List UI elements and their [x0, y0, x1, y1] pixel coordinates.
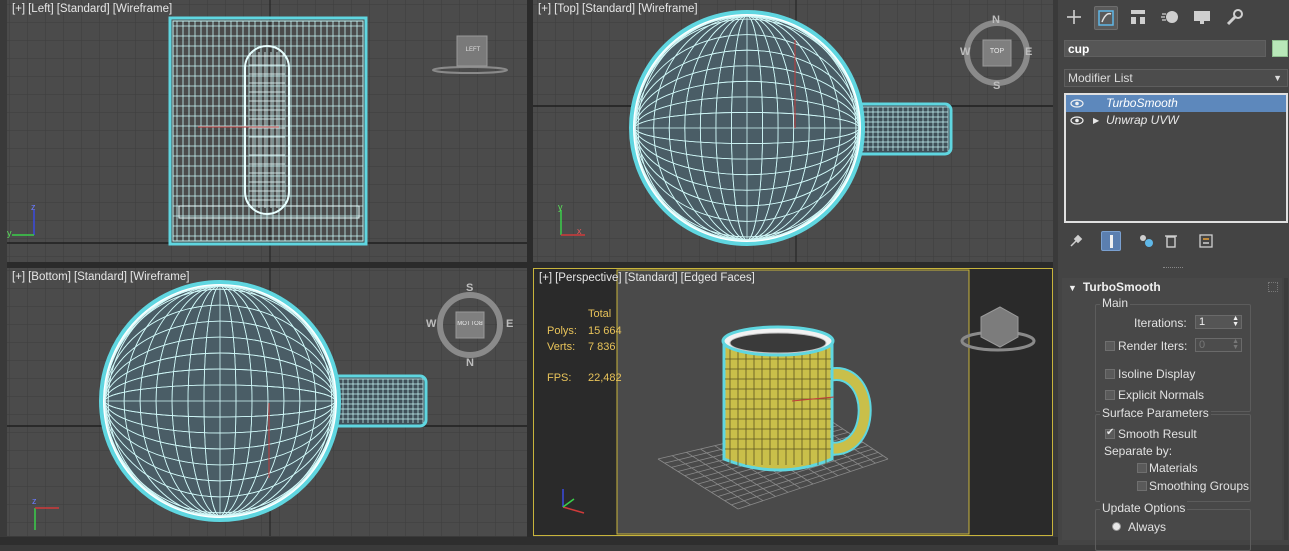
viewport-top-label[interactable]: [+][Top][Standard][Wireframe]	[538, 3, 701, 15]
compass-n: N	[992, 14, 1000, 26]
stats-header: Total	[588, 308, 611, 320]
smoothing-groups-checkbox[interactable]	[1137, 481, 1147, 491]
iterations-label: Iterations:	[1134, 316, 1187, 330]
rollout-header[interactable]: ▼ TurboSmooth	[1068, 280, 1161, 294]
axis-z-label-bottom: z	[32, 496, 37, 506]
compass-n-bottom: N	[466, 357, 474, 369]
stats-verts-label: Verts:	[547, 341, 575, 353]
materials-label: Materials	[1149, 461, 1198, 475]
rollout-title: TurboSmooth	[1083, 280, 1161, 294]
stats-fps-value: 22,482	[588, 372, 622, 384]
viewport-top-canvas	[533, 0, 1053, 262]
compass-w-bottom: W	[426, 318, 436, 330]
display-icon[interactable]	[1191, 6, 1213, 28]
viewport-perspective-label[interactable]: [+][Perspective][Standard][Edged Faces]	[539, 272, 758, 284]
materials-checkbox[interactable]	[1137, 463, 1147, 473]
iterations-spinner[interactable]: 1▲▼	[1195, 315, 1242, 329]
viewport-left[interactable]: [+][Left][Standard][Wireframe] LEFT z y	[7, 0, 527, 262]
isoline-display-label: Isoline Display	[1118, 367, 1195, 381]
viewport-bottom-canvas	[7, 268, 527, 536]
stats-verts-value: 7 836	[588, 341, 616, 353]
create-icon[interactable]	[1063, 6, 1085, 28]
stack-item-unwrap-uvw[interactable]: ▶ Unwrap UVW	[1066, 112, 1286, 129]
panel-resize-grip[interactable]	[1163, 267, 1183, 271]
axis-x-label-top: x	[577, 226, 582, 236]
viewcube-left-face-label[interactable]: LEFT	[458, 47, 488, 53]
viewport-left-canvas	[7, 0, 527, 262]
stats-fps-label: FPS:	[547, 372, 571, 384]
viewport-divider-horizontal[interactable]	[7, 262, 1053, 268]
explicit-normals-checkbox[interactable]	[1105, 390, 1115, 400]
turbosmooth-rollout: ▼ TurboSmooth Main Iterations: 1▲▼ Render…	[1062, 278, 1282, 540]
stats-polys-value: 15 664	[588, 325, 622, 337]
viewport-top[interactable]: [+][Top][Standard][Wireframe] N S W E TO…	[533, 0, 1053, 262]
viewport-divider-vertical[interactable]	[527, 0, 533, 537]
axis-y-label: y	[7, 228, 12, 238]
explicit-normals-label: Explicit Normals	[1118, 388, 1204, 402]
viewport-bottom-label[interactable]: [+][Bottom][Standard][Wireframe]	[12, 271, 192, 283]
group-main: Main Iterations: 1▲▼ Render Iters: 0▲▼ I…	[1095, 304, 1251, 412]
stack-item-label: TurboSmooth	[1106, 95, 1178, 112]
compass-w: W	[960, 46, 970, 58]
stack-buttons	[1064, 229, 1288, 253]
spinner-arrows-icon[interactable]: ▲▼	[1232, 339, 1239, 351]
group-main-title: Main	[1100, 296, 1130, 310]
viewport-left-label[interactable]: [+][Left][Standard][Wireframe]	[12, 3, 175, 15]
stack-item-turbosmooth[interactable]: TurboSmooth	[1066, 95, 1286, 112]
group-surface-parameters: Surface Parameters Smooth Result Separat…	[1095, 414, 1251, 502]
smooth-result-label: Smooth Result	[1118, 427, 1197, 441]
compass-s-bottom: S	[466, 282, 473, 294]
viewport-bottom[interactable]: [+][Bottom][Standard][Wireframe] S N W E…	[7, 268, 527, 536]
spinner-arrows-icon[interactable]: ▲▼	[1232, 316, 1239, 328]
axis-z-label: z	[31, 202, 36, 212]
pin-icon[interactable]	[1066, 231, 1086, 251]
axis-y-label-top: y	[558, 202, 563, 212]
modify-icon[interactable]	[1094, 6, 1118, 30]
command-panel: cup Modifier List ▼ TurboSmooth ▶ Unwrap…	[1058, 0, 1289, 545]
object-name-field[interactable]: cup	[1064, 40, 1266, 57]
viewport-bottom-strip	[0, 537, 1058, 545]
modifier-stack[interactable]: TurboSmooth ▶ Unwrap UVW	[1064, 93, 1288, 223]
render-iters-checkbox[interactable]	[1105, 341, 1115, 351]
make-unique-icon[interactable]	[1136, 231, 1156, 251]
hierarchy-icon[interactable]	[1127, 6, 1149, 28]
always-label: Always	[1128, 520, 1166, 534]
collapse-triangle-icon[interactable]: ▼	[1068, 283, 1077, 293]
eye-icon[interactable]	[1070, 112, 1084, 134]
separate-by-label: Separate by:	[1104, 444, 1172, 458]
group-update-title: Update Options	[1100, 501, 1187, 515]
viewport-left-edge	[0, 0, 7, 537]
compass-e-bottom: E	[506, 318, 513, 330]
stats-polys-label: Polys:	[547, 325, 577, 337]
modifier-list-label: Modifier List	[1068, 71, 1133, 85]
expand-triangle-icon[interactable]: ▶	[1093, 112, 1099, 129]
smoothing-groups-label: Smoothing Groups	[1149, 479, 1249, 493]
stack-item-label: Unwrap UVW	[1106, 112, 1179, 129]
utilities-icon[interactable]	[1223, 6, 1245, 28]
object-color-swatch[interactable]	[1272, 40, 1288, 57]
modifier-list-dropdown[interactable]: Modifier List ▼	[1064, 69, 1288, 87]
render-iters-label: Render Iters:	[1118, 339, 1187, 353]
compass-s: S	[993, 80, 1000, 92]
show-end-result-icon[interactable]	[1101, 231, 1121, 251]
viewcube-top-face-label[interactable]: TOP	[983, 48, 1011, 55]
rollout-drag-handle[interactable]	[1268, 282, 1278, 292]
remove-modifier-icon[interactable]	[1161, 231, 1181, 251]
viewcube-bottom-face-label[interactable]: BOTTOM	[456, 321, 484, 327]
group-surface-title: Surface Parameters	[1100, 406, 1211, 420]
configure-icon[interactable]	[1196, 231, 1216, 251]
motion-icon[interactable]	[1159, 6, 1181, 28]
command-panel-scrollbar[interactable]	[1284, 278, 1288, 540]
render-iters-spinner[interactable]: 0▲▼	[1195, 338, 1242, 352]
isoline-display-checkbox[interactable]	[1105, 369, 1115, 379]
command-panel-tabs	[1058, 0, 1289, 36]
viewport-perspective-canvas	[534, 269, 1052, 535]
smooth-result-checkbox[interactable]	[1105, 429, 1115, 439]
viewport-perspective[interactable]: [+][Perspective][Standard][Edged Faces] …	[533, 268, 1053, 536]
compass-e: E	[1025, 46, 1032, 58]
always-radio[interactable]	[1112, 522, 1121, 531]
chevron-down-icon: ▼	[1273, 70, 1282, 86]
